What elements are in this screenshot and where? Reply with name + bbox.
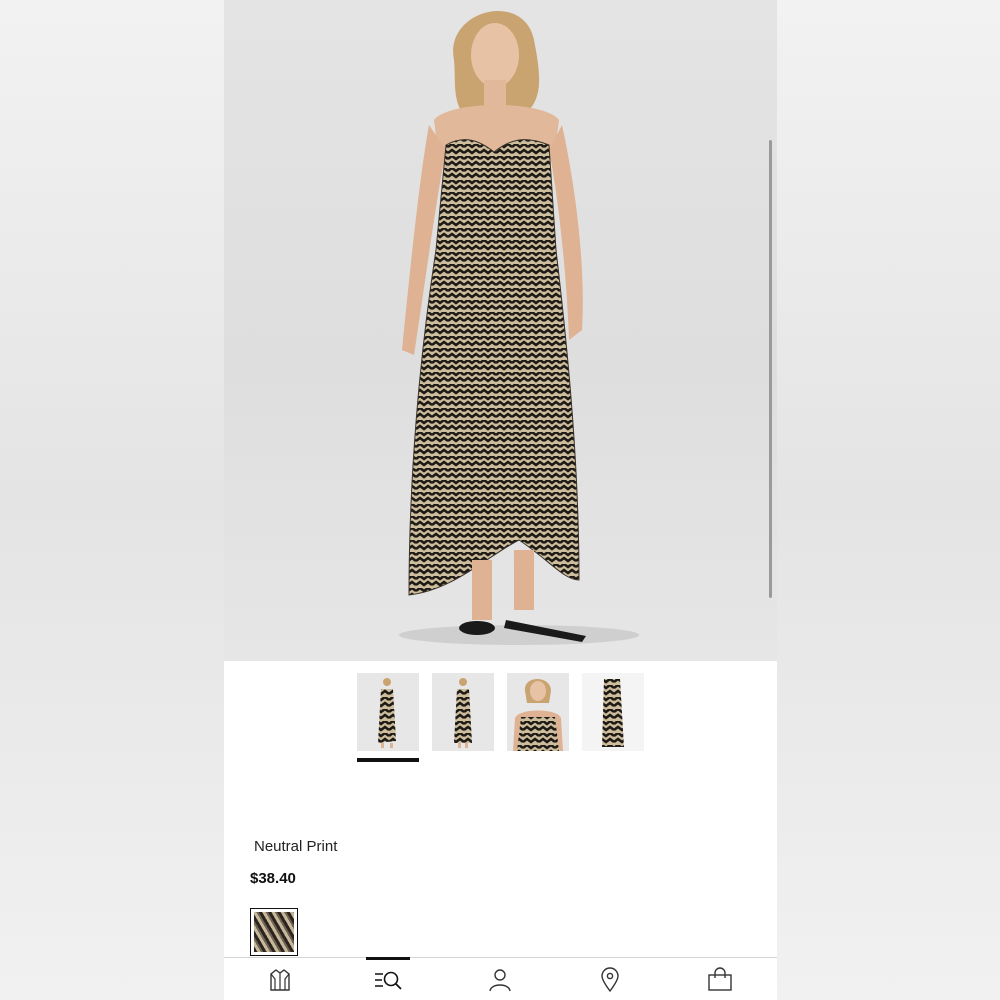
search-menu-icon xyxy=(375,971,402,990)
blurred-backdrop-left xyxy=(0,0,224,1000)
thumbnail-image xyxy=(378,678,396,748)
product-main-image[interactable] xyxy=(224,0,777,661)
thumbnail-strip xyxy=(357,673,644,751)
app-screen: Neutral Print $38.40 xyxy=(224,0,777,1000)
bag-icon xyxy=(708,967,732,991)
thumbnail-image xyxy=(602,679,624,747)
selected-thumbnail-indicator xyxy=(357,758,419,762)
thumbnail-front-full[interactable] xyxy=(357,673,419,751)
thumbnail-image xyxy=(454,678,472,748)
color-name: Neutral Print xyxy=(254,838,338,855)
nav-search-menu[interactable] xyxy=(366,964,410,996)
thumbnail-flat-lay[interactable] xyxy=(582,673,644,751)
store-locator-icon xyxy=(601,967,619,993)
image-scrollbar[interactable] xyxy=(769,140,772,598)
color-swatch-neutral-print[interactable] xyxy=(250,908,298,956)
nav-account[interactable] xyxy=(478,964,522,996)
bottom-navigation xyxy=(224,957,777,1000)
account-icon xyxy=(489,969,511,992)
nav-store-locator[interactable] xyxy=(588,964,632,996)
product-price: $38.40 xyxy=(250,870,296,887)
nav-bag[interactable] xyxy=(698,964,742,996)
shop-icon xyxy=(270,969,290,991)
blurred-backdrop-right xyxy=(777,0,1000,1000)
nav-shop[interactable] xyxy=(258,964,302,996)
model-photo xyxy=(399,11,639,645)
nav-active-indicator xyxy=(366,957,410,960)
swatch-pattern xyxy=(254,912,294,952)
thumbnail-front-closeup[interactable] xyxy=(507,673,569,751)
thumbnail-back-full[interactable] xyxy=(432,673,494,751)
thumbnail-image xyxy=(513,679,563,751)
